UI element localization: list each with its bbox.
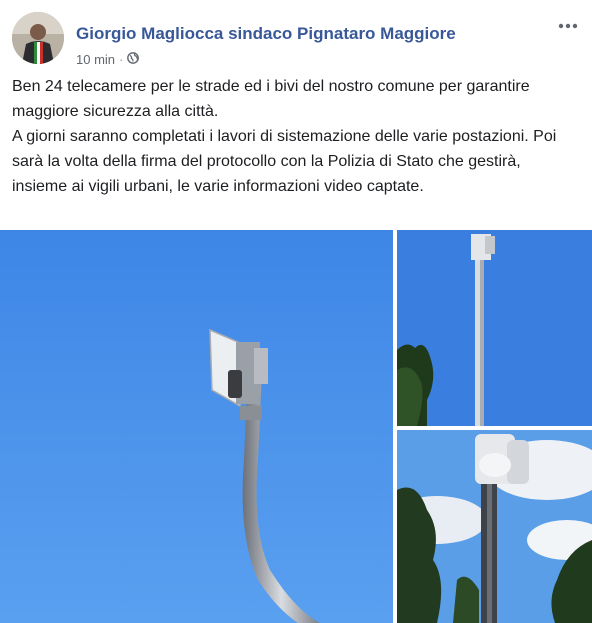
author-name-link[interactable]: Giorgio Magliocca sindaco Pignataro Magg… <box>76 24 456 44</box>
post-message: Ben 24 telecamere per le strade ed i biv… <box>12 74 576 199</box>
post-header: Giorgio Magliocca sindaco Pignataro Magg… <box>12 12 580 67</box>
photo-camera-pole-closeup[interactable] <box>0 230 393 623</box>
globe-icon[interactable] <box>127 52 140 67</box>
message-paragraph: A giorni saranno completati i lavori di … <box>12 128 557 195</box>
meta-separator: · <box>119 52 124 67</box>
photo-camera-pole-clouds[interactable] <box>397 430 592 623</box>
photo-grid <box>0 230 592 623</box>
facebook-post: Giorgio Magliocca sindaco Pignataro Magg… <box>0 0 592 623</box>
photo-pole-with-trees[interactable] <box>397 230 592 426</box>
more-options-icon[interactable] <box>556 16 580 36</box>
author-avatar[interactable] <box>12 12 64 64</box>
post-timestamp[interactable]: 10 min <box>76 52 115 67</box>
post-meta: 10 min · <box>76 52 140 67</box>
message-paragraph: Ben 24 telecamere per le strade ed i biv… <box>12 78 530 120</box>
